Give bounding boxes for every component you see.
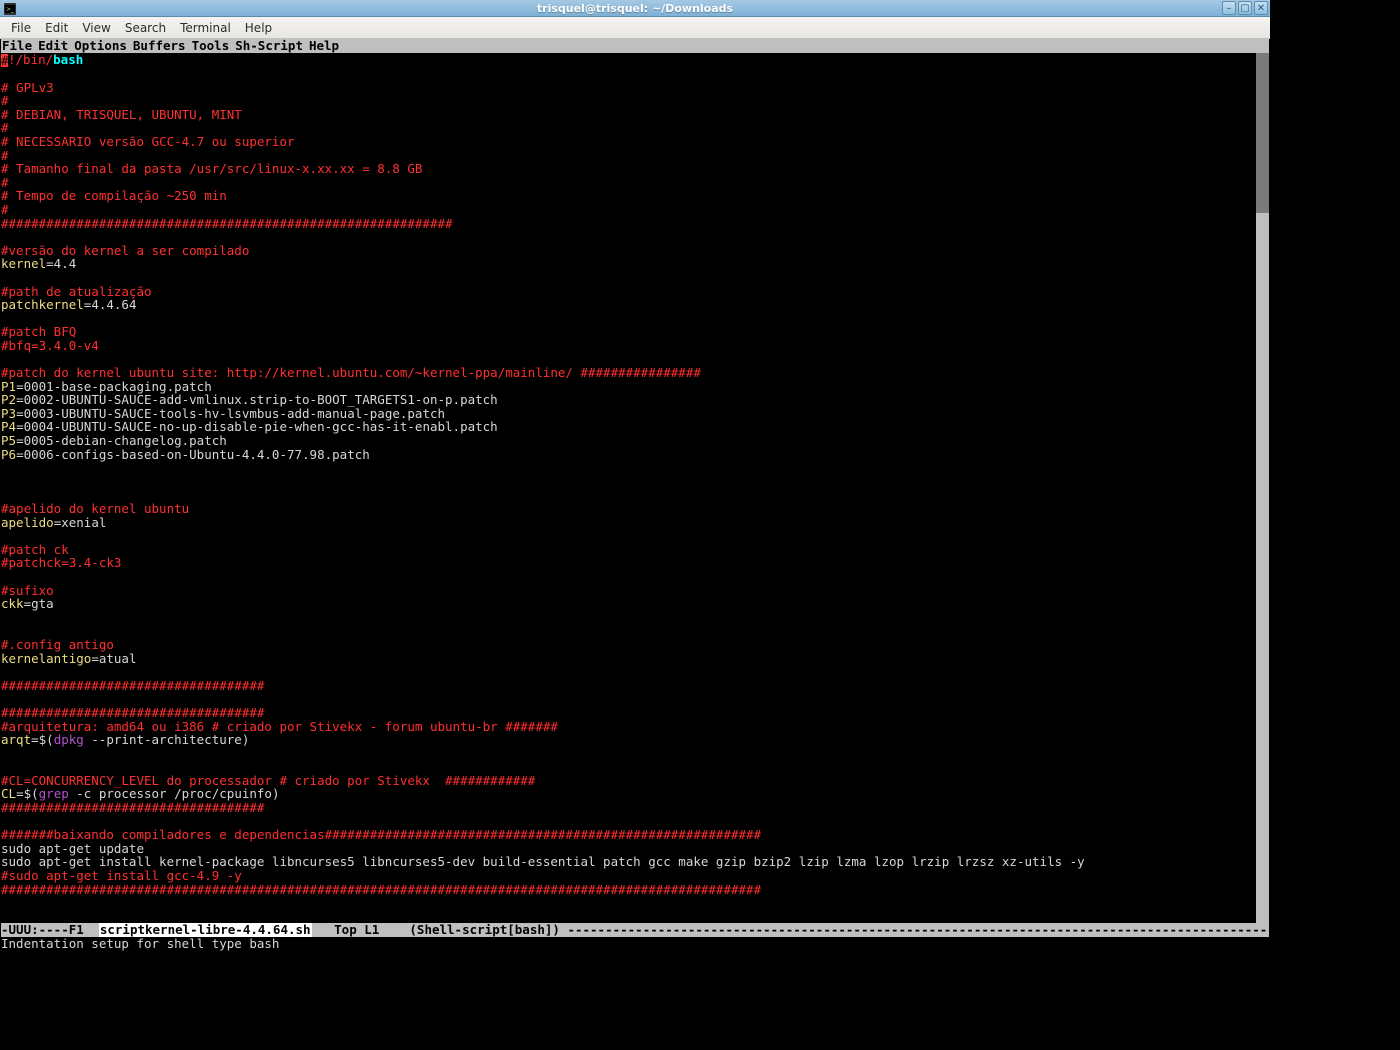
code-line: #!/bin/bash [1,53,1256,67]
close-button[interactable]: ✕ [1254,1,1268,15]
minibuffer[interactable]: Indentation setup for shell type bash [1,937,1269,951]
modeline-buffer-name: scriptkernel-libre-4.4.64.sh [99,923,312,937]
code-line: ################################### [1,679,1256,693]
emacs-menu-file[interactable]: File [2,38,32,53]
code-line: P5=0005-debian-changelog.patch [1,434,1256,448]
code-line: patchkernel=4.4.64 [1,298,1256,312]
code-line: # [1,203,1256,217]
menu-search[interactable]: Search [118,19,173,37]
code-line: #path de atualização [1,285,1256,299]
terminal-menubar: File Edit View Search Terminal Help [0,17,1270,39]
code-line: # DEBIAN, TRISQUEL, UBUNTU, MINT [1,108,1256,122]
code-line: kernelantigo=atual [1,652,1256,666]
code-line: arqt=$(dpkg --print-architecture) [1,733,1256,747]
modeline-status: -UUU:----F1 [1,923,99,937]
minimize-button[interactable]: – [1222,1,1236,15]
menu-terminal[interactable]: Terminal [173,19,238,37]
menu-edit[interactable]: Edit [38,19,75,37]
svg-text:>_: >_ [6,6,15,13]
editor-area[interactable]: #!/bin/bash # GPLv3## DEBIAN, TRISQUEL, … [1,53,1256,923]
window-controls: – ▢ ✕ [1222,1,1268,15]
code-line [1,570,1256,584]
code-line: P2=0002-UBUNTU-SAUCE-add-vmlinux.strip-t… [1,393,1256,407]
code-line [1,760,1256,774]
modeline-mode: (Shell-script[bash]) [409,923,567,937]
code-line: kernel=4.4 [1,257,1256,271]
code-line [1,312,1256,326]
code-line [1,692,1256,706]
code-line: #sudo apt-get install gcc-4.9 -y [1,869,1256,883]
menu-view[interactable]: View [75,19,117,37]
window-title: trisquel@trisquel: ~/Downloads [537,2,733,15]
code-line: #versão do kernel a ser compilado [1,244,1256,258]
code-line: #######baixando compiladores e dependenc… [1,828,1256,842]
code-line [1,67,1256,81]
code-line: # [1,149,1256,163]
code-line: # [1,121,1256,135]
code-line: # NECESSARIO versão GCC-4.7 ou superior [1,135,1256,149]
terminal-icon: >_ [3,2,16,15]
code-line [1,611,1256,625]
scrollbar-thumb[interactable] [1256,53,1269,213]
code-line: ########################################… [1,883,1256,897]
emacs-menu-edit[interactable]: Edit [38,38,68,53]
emacs-menu-options[interactable]: Options [74,38,127,53]
code-line: #.config antigo [1,638,1256,652]
code-line [1,461,1256,475]
scrollbar[interactable] [1256,53,1269,923]
code-line: P1=0001-base-packaging.patch [1,380,1256,394]
modeline-dashes: ----------------------------------------… [567,923,1269,937]
code-line [1,665,1256,679]
code-line: CL=$(grep -c processor /proc/cpuinfo) [1,787,1256,801]
modeline: -UUU:----F1 scriptkernel-libre-4.4.64.sh… [1,923,1269,937]
code-line: #bfq=3.4.0-v4 [1,339,1256,353]
modeline-position: Top L1 [312,923,410,937]
code-line [1,488,1256,502]
emacs-menubar: File Edit Options Buffers Tools Sh-Script Help [1,39,1269,53]
code-line: # [1,176,1256,190]
code-line [1,815,1256,829]
code-line: #apelido do kernel ubuntu [1,502,1256,516]
code-line: P3=0003-UBUNTU-SAUCE-tools-hv-lsvmbus-ad… [1,407,1256,421]
code-line: ckk=gta [1,597,1256,611]
code-line [1,475,1256,489]
code-line [1,271,1256,285]
emacs-menu-shscript[interactable]: Sh-Script [235,38,303,53]
window-titlebar: >_ trisquel@trisquel: ~/Downloads – ▢ ✕ [0,0,1270,17]
code-line: #patchck=3.4-ck3 [1,556,1256,570]
emacs-menu-help[interactable]: Help [309,38,339,53]
code-line [1,230,1256,244]
code-line [1,352,1256,366]
emacs-menu-buffers[interactable]: Buffers [133,38,186,53]
code-line: apelido=xenial [1,516,1256,530]
code-line: sudo apt-get install kernel-package libn… [1,855,1256,869]
code-line: #patch ck [1,543,1256,557]
emacs-frame: File Edit Options Buffers Tools Sh-Script Help… [1,39,1269,951]
code-line: P4=0004-UBUNTU-SAUCE-no-up-disable-pie-w… [1,420,1256,434]
code-line: # Tempo de compilação ~250 min [1,189,1256,203]
code-line: ################################### [1,801,1256,815]
code-line [1,747,1256,761]
code-line: # Tamanho final da pasta /usr/src/linux-… [1,162,1256,176]
code-line: #patch do kernel ubuntu site: http://ker… [1,366,1256,380]
code-line: #CL=CONCURRENCY_LEVEL do processador # c… [1,774,1256,788]
code-line: ################################### [1,706,1256,720]
menu-help[interactable]: Help [238,19,279,37]
code-line: #arquitetura: amd64 ou i386 # criado por… [1,720,1256,734]
code-line: P6=0006-configs-based-on-Ubuntu-4.4.0-77… [1,448,1256,462]
menu-file[interactable]: File [4,19,38,37]
code-line: #patch BFQ [1,325,1256,339]
code-line: sudo apt-get update [1,842,1256,856]
code-line [1,529,1256,543]
emacs-menu-tools[interactable]: Tools [192,38,230,53]
code-line [1,624,1256,638]
code-line: # [1,94,1256,108]
maximize-button[interactable]: ▢ [1238,1,1252,15]
code-line: #sufixo [1,584,1256,598]
code-line: # GPLv3 [1,81,1256,95]
code-line: ########################################… [1,217,1256,231]
